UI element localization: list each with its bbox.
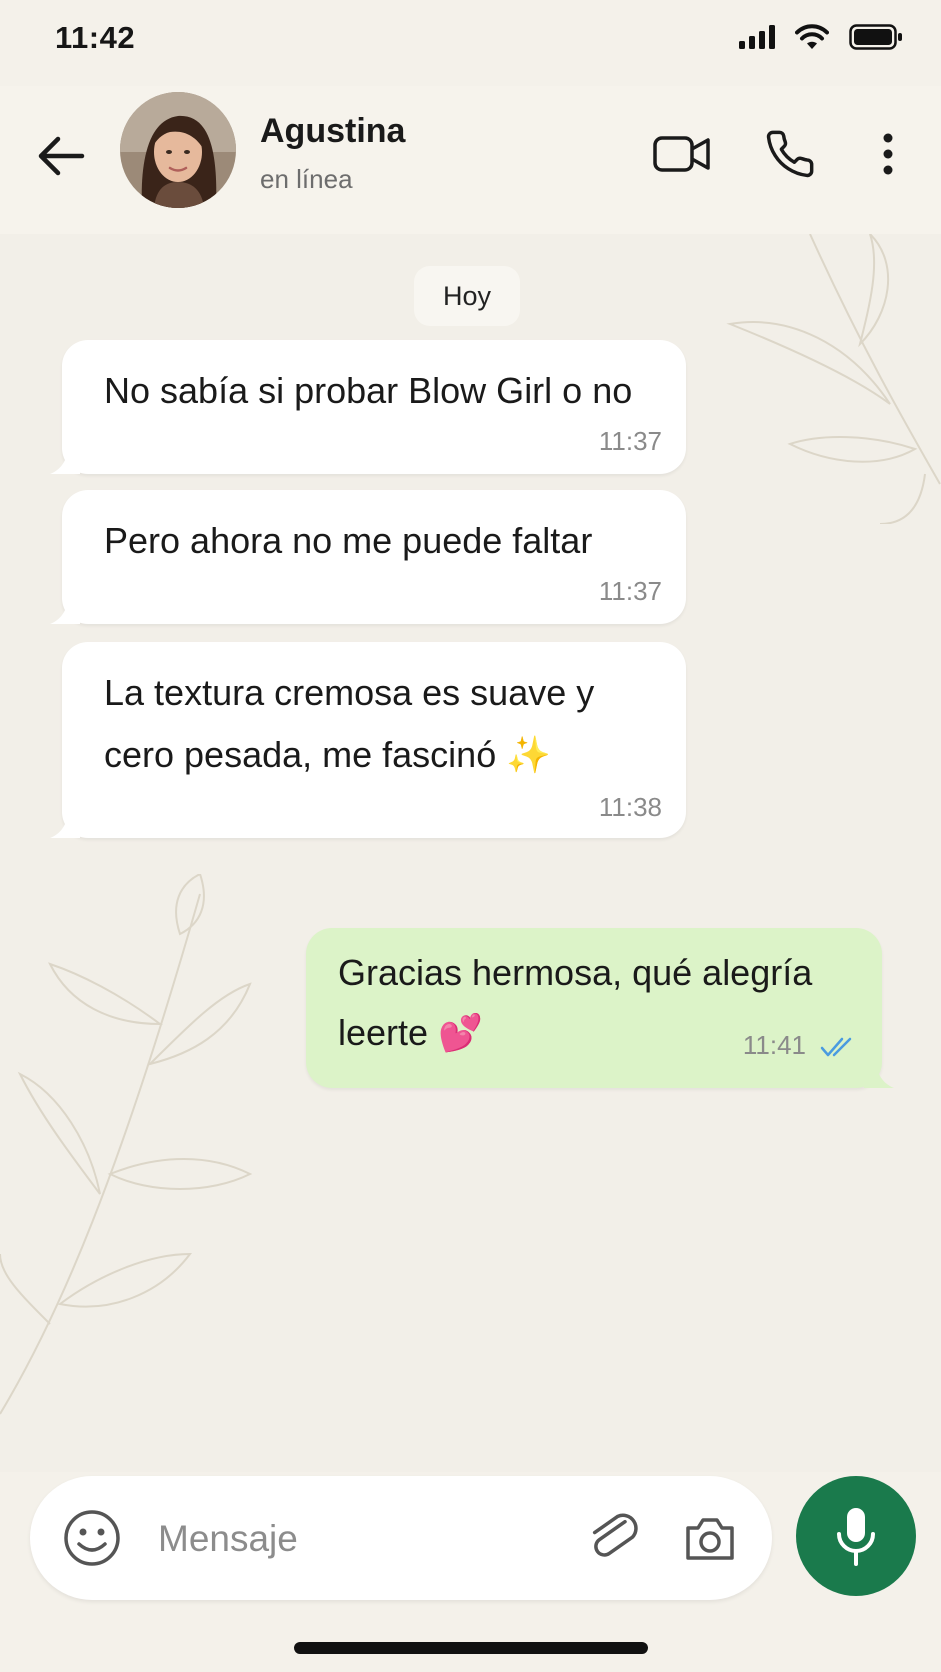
contact-name[interactable]: Agustina [260,112,405,151]
outgoing-message-bubble[interactable]: Gracias hermosa, qué alegría leerte 💕 11… [306,928,894,1088]
message-composer [30,1476,772,1600]
more-options-button[interactable] [856,122,920,186]
message-text-line-2: leerte 💕 [338,1012,483,1053]
status-bar: 11:42 [0,0,941,86]
message-time: 11:37 [598,576,662,606]
emoji-button[interactable] [60,1506,124,1570]
video-call-icon [653,136,710,172]
message-text: No sabía si probar Blow Girl o no [104,370,633,411]
message-input[interactable] [156,1506,580,1572]
voice-call-button[interactable] [758,122,822,186]
message-time: 11:37 [598,426,662,456]
video-call-button[interactable] [650,122,714,186]
attach-icon [592,1513,638,1557]
message-time: 11:41 [742,1030,806,1060]
phone-icon [766,130,814,178]
composer-area [0,1472,941,1672]
bubble-tail [50,600,80,624]
mic-button[interactable] [796,1476,916,1596]
contact-avatar[interactable] [120,92,236,208]
contact-status: en línea [260,164,353,194]
attach-button[interactable] [582,1506,646,1570]
home-indicator [294,1642,648,1654]
status-time: 11:42 [55,20,136,55]
signal-icon [739,25,775,49]
mic-icon [837,1508,875,1566]
message-text: Pero ahora no me puede faltar [104,520,593,561]
incoming-message-bubble[interactable]: Pero ahora no me puede faltar 11:37 [50,490,686,624]
date-divider: Hoy [414,266,520,326]
avatar-photo [120,92,236,208]
bubble-tail [864,1064,894,1088]
incoming-message-bubble[interactable]: No sabía si probar Blow Girl o no 11:37 [50,340,686,474]
status-icons [739,24,903,50]
bubble-tail [50,450,80,474]
incoming-message-bubble[interactable]: La textura cremosa es suave y cero pesad… [50,642,686,838]
camera-button[interactable] [678,1506,742,1570]
wifi-icon [795,24,829,49]
battery-icon [849,24,902,50]
back-button[interactable] [32,126,92,186]
chat-header: Agustina en línea [0,86,941,234]
leaf-decoration-bottom-left [0,874,253,1415]
chat-area[interactable]: Hoy No sabía si probar Blow Girl o no 11… [0,234,941,1472]
double-check-icon [820,1037,852,1057]
message-text-line-2: cero pesada, me fascinó ✨ [104,734,552,775]
bubble-tail [50,814,80,838]
camera-icon [686,1518,734,1560]
message-text-line-1: La textura cremosa es suave y [104,672,595,713]
leaf-decoration-top-right [726,234,941,524]
emoji-icon [64,1510,120,1566]
more-vert-icon [883,133,893,175]
back-arrow-icon [38,136,85,176]
message-text-line-1: Gracias hermosa, qué alegría [338,952,813,993]
message-time: 11:38 [598,792,662,822]
